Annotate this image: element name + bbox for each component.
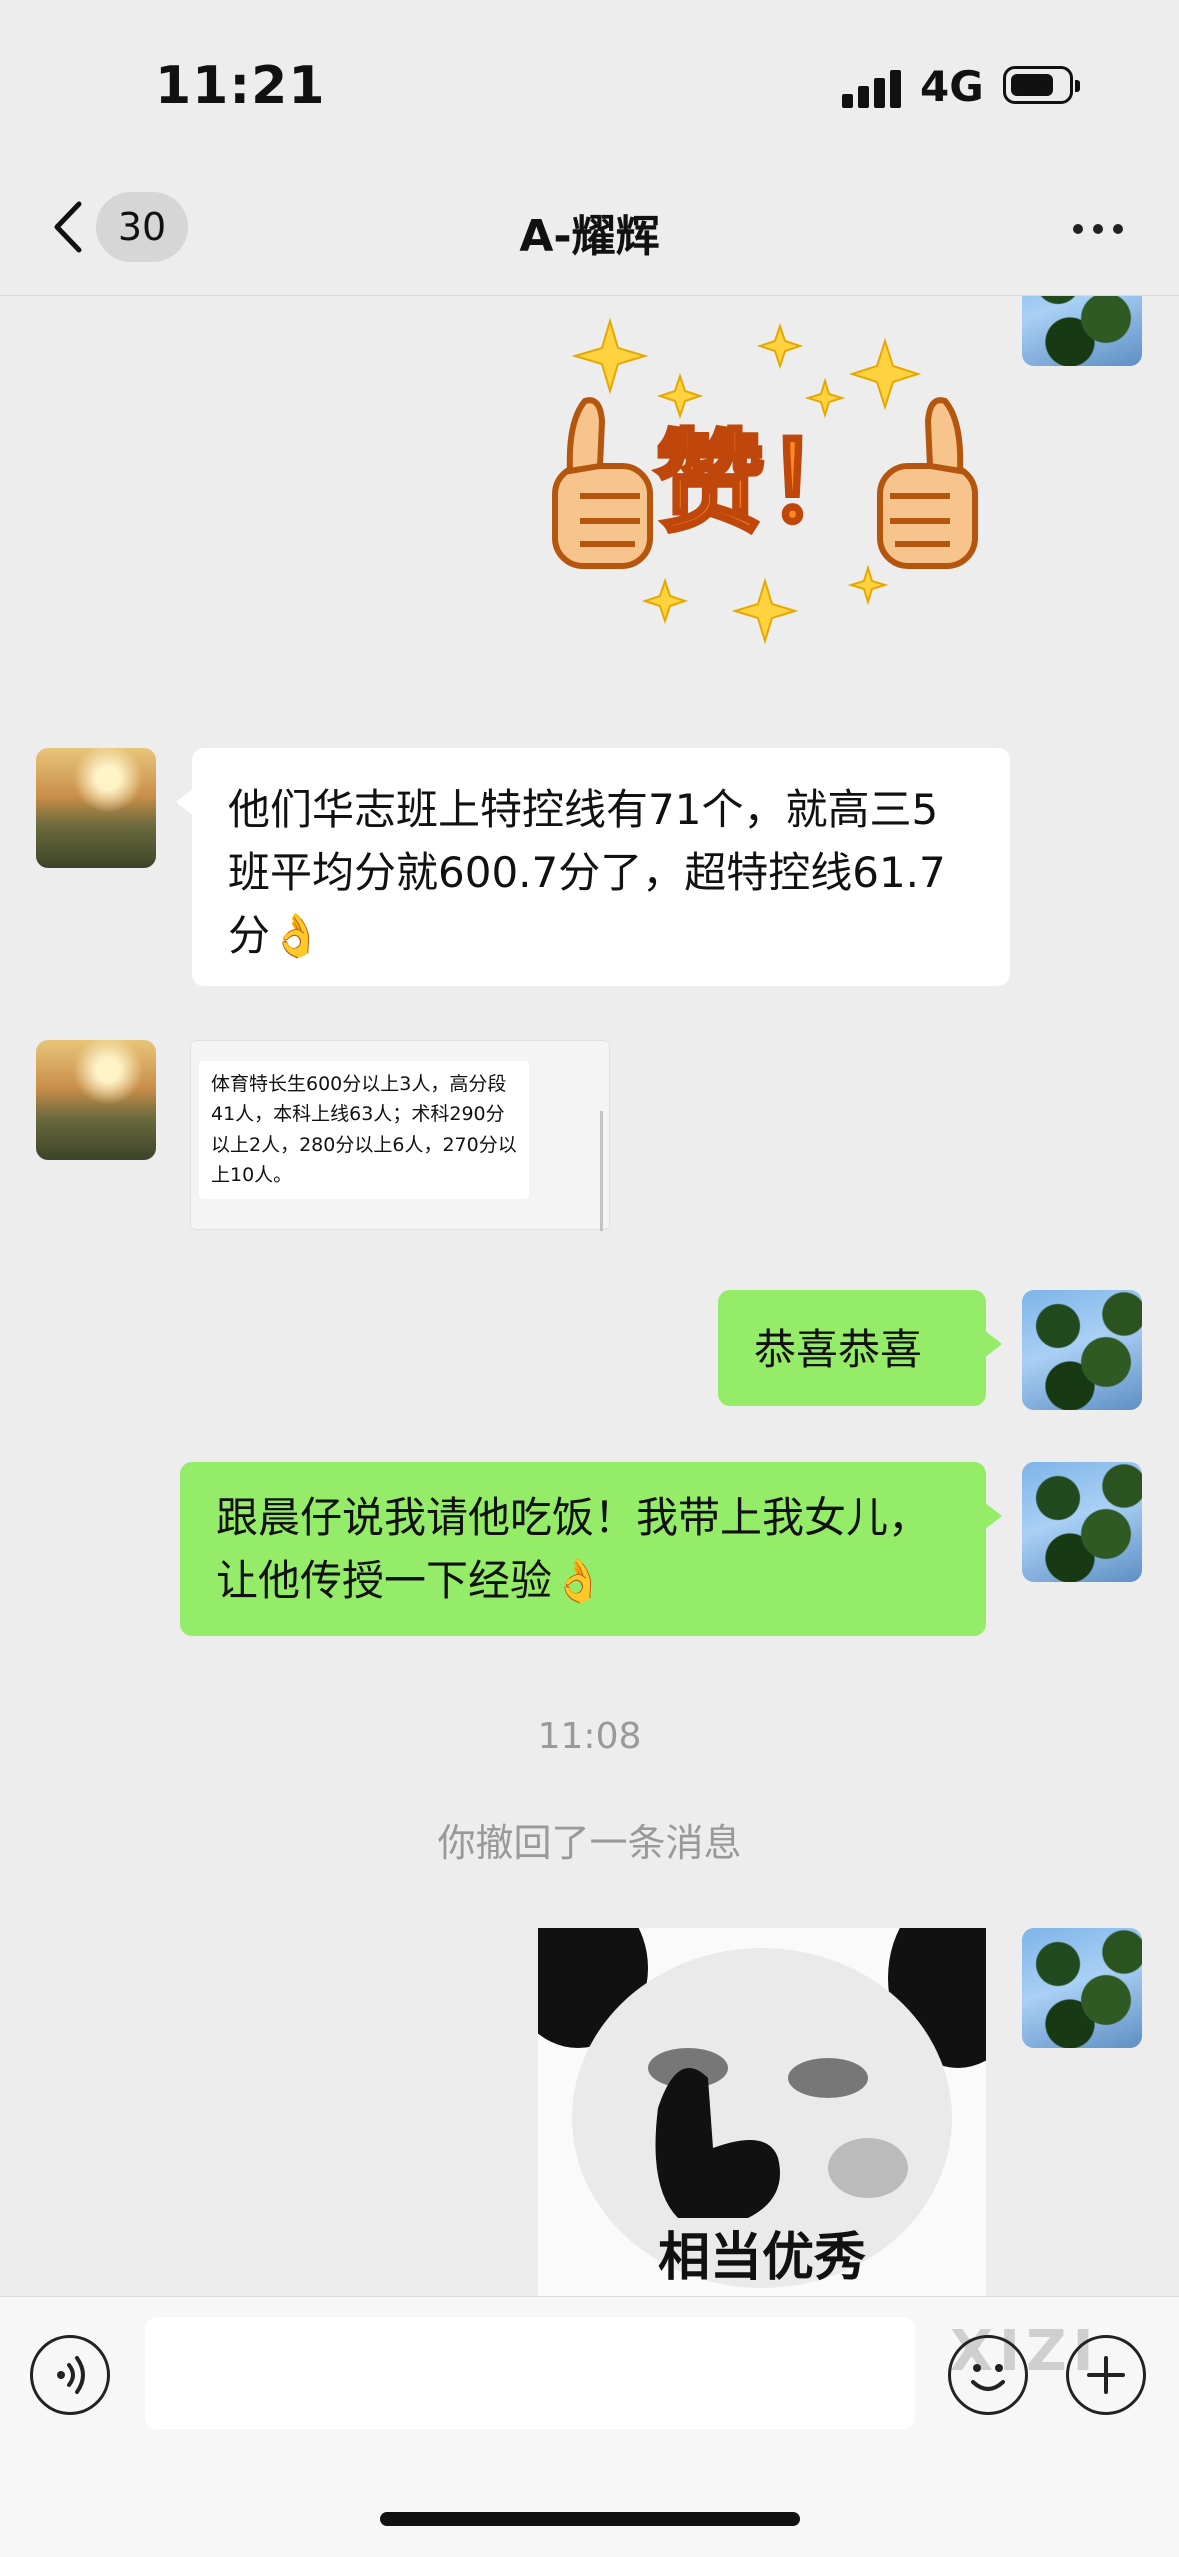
status-time: 11:21 (155, 56, 326, 116)
chat-header: 30 A-耀辉 (0, 170, 1179, 296)
message-text: 跟晨仔说我请他吃饭！我带上我女儿，让他传授一下经验👌 (216, 1493, 931, 1605)
thumbs-up-zan-sticker[interactable]: 赞！ (540, 306, 990, 656)
avatar[interactable] (36, 1040, 156, 1160)
meme-sticker[interactable]: 相当优秀 (538, 1928, 986, 2296)
avatar[interactable] (1022, 296, 1142, 366)
avatar[interactable] (36, 748, 156, 868)
message-input[interactable] (145, 2317, 915, 2429)
image-message[interactable]: 体育特长生600分以上3人，高分段41人，本科上线63人；术科290分以上2人，… (190, 1040, 610, 1231)
chat-title: A-耀辉 (519, 211, 660, 262)
signal-icon (842, 68, 902, 108)
image-message-text: 体育特长生600分以上3人，高分段41人，本科上线63人；术科290分以上2人，… (199, 1061, 529, 1199)
message-list[interactable]: 赞！ 他们华志班上特控线有71个，就高三5班平均分就600.7分了，超特控线61… (0, 296, 1179, 2296)
message-bubble[interactable]: 跟晨仔说我请他吃饭！我带上我女儿，让他传授一下经验👌 (180, 1462, 1002, 1636)
emoji-icon[interactable] (948, 2335, 1028, 2415)
battery-icon (1003, 66, 1080, 104)
avatar[interactable] (1022, 1290, 1142, 1410)
avatar[interactable] (1022, 1462, 1142, 1582)
zan-text: 赞！ (655, 419, 875, 547)
image-scrollbar (600, 1111, 603, 1231)
message-timestamp: 11:08 (537, 1716, 642, 1757)
meme-caption: 相当优秀 (657, 2228, 866, 2288)
message-text: 他们华志班上特控线有71个，就高三5班平均分就600.7分了，超特控线61.7分… (228, 785, 946, 960)
network-label: 4G (920, 62, 984, 111)
voice-input-icon[interactable] (30, 2335, 110, 2415)
more-options-icon[interactable] (1068, 210, 1128, 250)
message-bubble[interactable]: 他们华志班上特控线有71个，就高三5班平均分就600.7分了，超特控线61.7分… (176, 748, 1010, 986)
message-bubble[interactable]: 恭喜恭喜 (718, 1290, 1002, 1406)
more-functions-plus-icon[interactable] (1066, 2335, 1146, 2415)
status-bar: 11:21 4G (0, 0, 1179, 170)
home-indicator[interactable] (380, 2512, 800, 2526)
avatar[interactable] (1022, 1928, 1142, 2048)
recall-notice: 你撤回了一条消息 (437, 1821, 742, 1865)
message-text: 恭喜恭喜 (754, 1325, 923, 1374)
